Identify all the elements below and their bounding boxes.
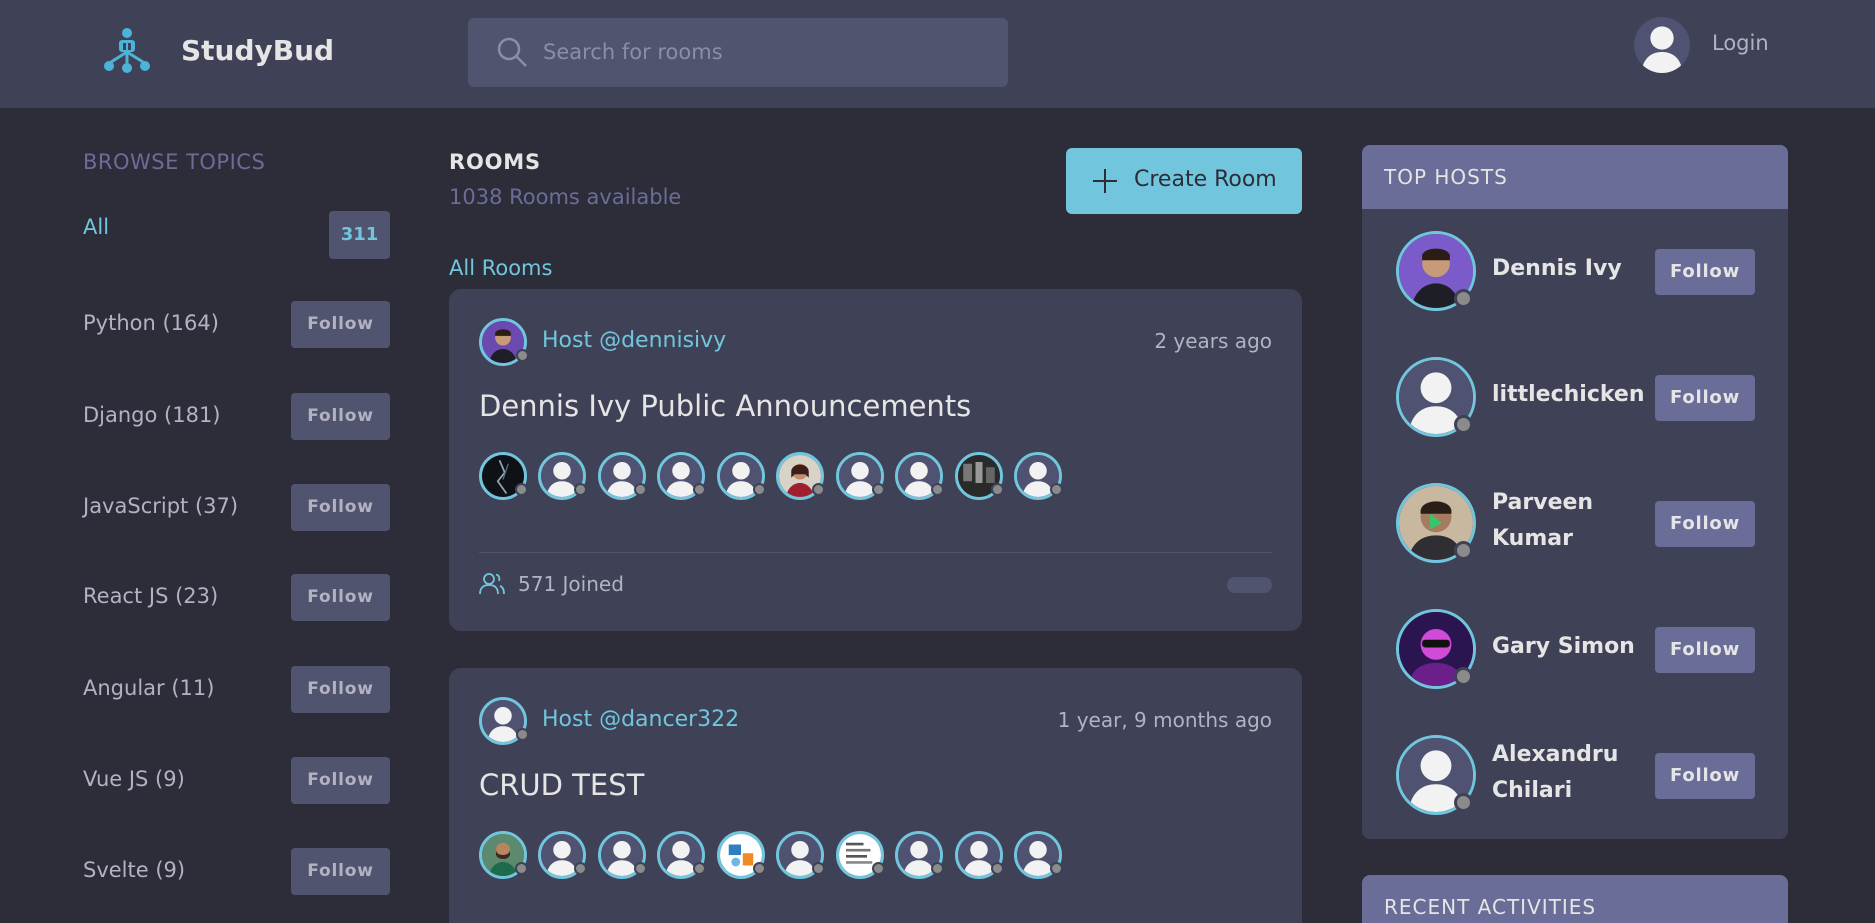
room-time: 2 years ago bbox=[1154, 329, 1272, 353]
all-rooms-link[interactable]: All Rooms bbox=[449, 256, 552, 280]
topic-item-angular: Angular (11) Follow bbox=[83, 666, 390, 714]
user-avatar[interactable] bbox=[1634, 17, 1690, 73]
room-time: 1 year, 9 months ago bbox=[1057, 708, 1272, 732]
follow-topic-button[interactable]: Follow bbox=[291, 848, 390, 895]
recent-activities-panel: RECENT ACTIVITIES bbox=[1362, 875, 1788, 923]
room-title[interactable]: CRUD TEST bbox=[479, 768, 644, 802]
topic-item-django: Django (181) Follow bbox=[83, 393, 390, 441]
host-link[interactable]: Host @dennisivy bbox=[542, 328, 726, 353]
status-dot bbox=[1454, 289, 1473, 308]
status-dot bbox=[812, 862, 825, 875]
top-header: StudyBud Search for rooms Login bbox=[0, 0, 1875, 108]
topic-item-react: React JS (23) Follow bbox=[83, 574, 390, 622]
status-dot bbox=[872, 862, 885, 875]
status-dot bbox=[634, 483, 647, 496]
status-dot bbox=[1454, 541, 1473, 560]
top-hosts-header: TOP HOSTS bbox=[1362, 145, 1788, 209]
status-dot bbox=[634, 862, 647, 875]
search-icon bbox=[497, 37, 527, 67]
status-dot bbox=[1454, 667, 1473, 686]
topic-label[interactable]: Django (181) bbox=[83, 403, 221, 427]
status-dot bbox=[1050, 483, 1063, 496]
user-silhouette-icon bbox=[1634, 17, 1690, 73]
status-dot bbox=[931, 862, 944, 875]
topic-item-all[interactable]: All 311 bbox=[83, 211, 390, 259]
topic-item-svelte: Svelte (9) Follow bbox=[83, 848, 390, 896]
status-dot bbox=[693, 483, 706, 496]
search-placeholder: Search for rooms bbox=[543, 40, 723, 64]
follow-topic-button[interactable]: Follow bbox=[291, 301, 390, 348]
create-room-label: Create Room bbox=[1134, 167, 1277, 192]
topic-label[interactable]: All bbox=[83, 215, 109, 239]
topic-item-vue: Vue JS (9) Follow bbox=[83, 757, 390, 805]
topic-label[interactable]: Svelte (9) bbox=[83, 858, 185, 882]
create-room-button[interactable]: Create Room bbox=[1066, 148, 1302, 214]
host-name[interactable]: Dennis Ivy bbox=[1492, 251, 1652, 287]
brand-name[interactable]: StudyBud bbox=[181, 34, 334, 67]
status-dot bbox=[515, 862, 528, 875]
topic-pill[interactable] bbox=[1227, 577, 1272, 593]
status-dot bbox=[753, 862, 766, 875]
follow-host-button[interactable]: Follow bbox=[1655, 627, 1755, 673]
top-hosts-heading: TOP HOSTS bbox=[1384, 165, 1508, 189]
status-dot bbox=[1050, 862, 1063, 875]
status-dot bbox=[574, 483, 587, 496]
status-dot bbox=[516, 349, 529, 362]
topic-label[interactable]: Python (164) bbox=[83, 311, 219, 335]
status-dot bbox=[812, 483, 825, 496]
host-link[interactable]: Host @dancer322 bbox=[542, 707, 739, 732]
browse-topics-heading: BROWSE TOPICS bbox=[83, 150, 266, 174]
joined-count: 571 Joined bbox=[518, 572, 624, 596]
host-name[interactable]: littlechicken bbox=[1492, 377, 1652, 413]
status-dot bbox=[991, 862, 1004, 875]
status-dot bbox=[991, 483, 1004, 496]
room-title[interactable]: Dennis Ivy Public Announcements bbox=[479, 389, 971, 423]
room-card: Host @dennisivy 2 years ago Dennis Ivy P… bbox=[449, 289, 1302, 631]
topic-label[interactable]: React JS (23) bbox=[83, 584, 218, 608]
status-dot bbox=[1454, 415, 1473, 434]
follow-host-button[interactable]: Follow bbox=[1655, 249, 1755, 295]
recent-activities-heading: RECENT ACTIVITIES bbox=[1384, 895, 1597, 919]
rooms-heading: ROOMS bbox=[449, 150, 541, 174]
login-link[interactable]: Login bbox=[1712, 31, 1769, 55]
follow-topic-button[interactable]: Follow bbox=[291, 393, 390, 440]
topic-item-python: Python (164) Follow bbox=[83, 301, 390, 349]
status-dot bbox=[515, 483, 528, 496]
follow-topic-button[interactable]: Follow bbox=[291, 484, 390, 531]
topic-count-badge: 311 bbox=[329, 211, 390, 259]
host-name[interactable]: Alexandru Chilari bbox=[1492, 737, 1652, 809]
card-divider bbox=[479, 552, 1272, 553]
users-icon bbox=[479, 573, 505, 595]
status-dot bbox=[516, 728, 529, 741]
studybud-logo-icon[interactable] bbox=[100, 26, 154, 76]
search-input[interactable]: Search for rooms bbox=[468, 18, 1008, 87]
follow-host-button[interactable]: Follow bbox=[1655, 375, 1755, 421]
topic-label[interactable]: Angular (11) bbox=[83, 676, 214, 700]
host-name[interactable]: Parveen Kumar bbox=[1492, 485, 1652, 557]
rooms-count: 1038 Rooms available bbox=[449, 185, 682, 209]
status-dot bbox=[753, 483, 766, 496]
status-dot bbox=[693, 862, 706, 875]
status-dot bbox=[1454, 793, 1473, 812]
follow-topic-button[interactable]: Follow bbox=[291, 666, 390, 713]
follow-host-button[interactable]: Follow bbox=[1655, 753, 1755, 799]
follow-topic-button[interactable]: Follow bbox=[291, 574, 390, 621]
host-name[interactable]: Gary Simon bbox=[1492, 629, 1652, 665]
room-card: Host @dancer322 1 year, 9 months ago CRU… bbox=[449, 668, 1302, 923]
topic-label[interactable]: Vue JS (9) bbox=[83, 767, 185, 791]
status-dot bbox=[931, 483, 944, 496]
topic-item-javascript: JavaScript (37) Follow bbox=[83, 484, 390, 532]
plus-icon bbox=[1093, 169, 1117, 193]
status-dot bbox=[872, 483, 885, 496]
follow-topic-button[interactable]: Follow bbox=[291, 757, 390, 804]
status-dot bbox=[574, 862, 587, 875]
topic-label[interactable]: JavaScript (37) bbox=[83, 494, 238, 518]
follow-host-button[interactable]: Follow bbox=[1655, 501, 1755, 547]
